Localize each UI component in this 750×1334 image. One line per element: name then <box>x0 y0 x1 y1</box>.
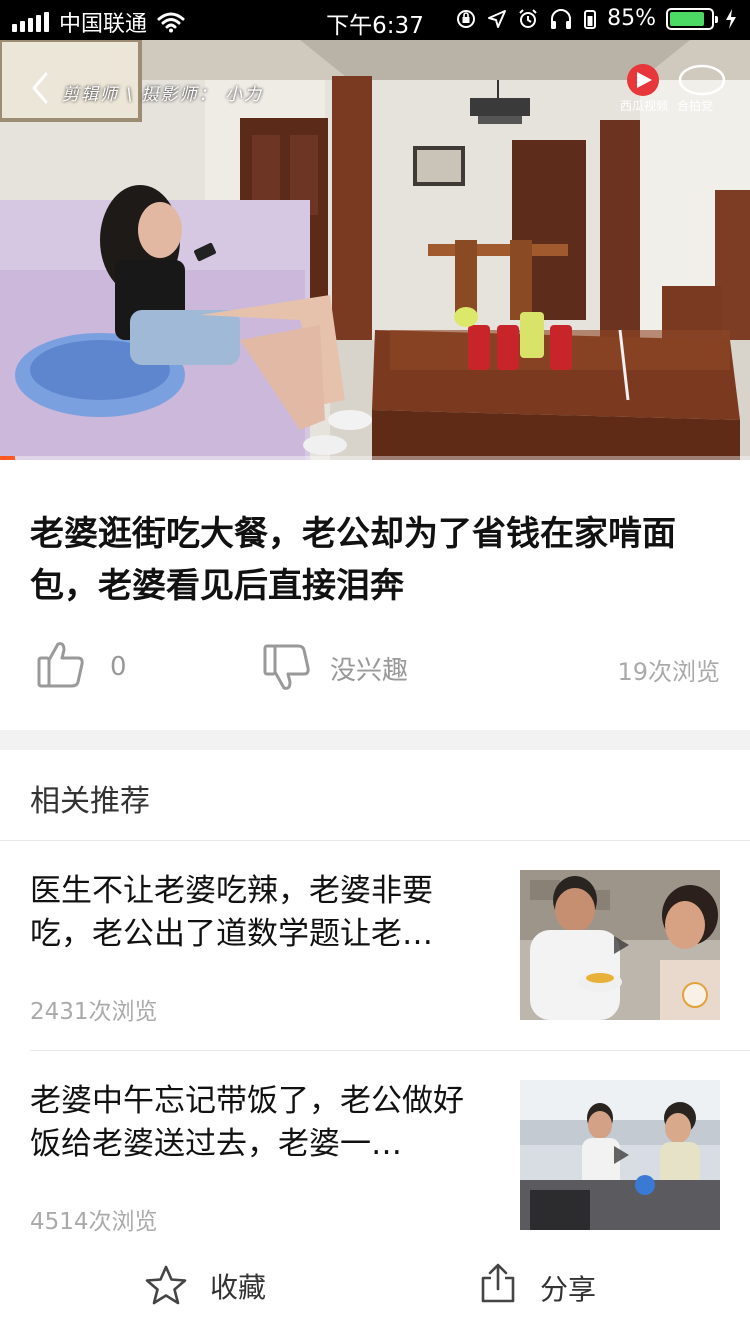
headphones-icon <box>551 8 572 29</box>
video-progress-fill <box>0 456 15 460</box>
battery-percent: 85% <box>607 6 656 31</box>
view-count: 19次浏览 <box>617 658 720 686</box>
share-icon[interactable] <box>478 1262 518 1304</box>
back-icon[interactable] <box>22 68 62 108</box>
star-icon[interactable] <box>145 1264 187 1306</box>
divider-line <box>30 1050 750 1051</box>
related-item[interactable]: 医生不让老婆吃辣，老婆非要吃，老公出了道数学题让老… 2431次浏览 <box>0 870 750 1060</box>
status-right: 85% <box>455 6 738 31</box>
battery-level <box>670 11 704 26</box>
related-item-views: 2431次浏览 <box>30 999 158 1025</box>
like-count: 0 <box>110 652 127 682</box>
play-icon <box>614 936 629 954</box>
thumbs-down-icon[interactable] <box>262 642 312 692</box>
article-title: 老婆逛街吃大餐，老公却为了省钱在家啃面包，老婆看见后直接泪奔 <box>30 514 676 606</box>
video-progress-bar[interactable] <box>0 456 750 460</box>
section-divider <box>0 730 750 750</box>
charging-icon <box>726 8 736 29</box>
svg-text:西瓜视频: 西瓜视频 <box>620 98 668 113</box>
related-item-thumbnail <box>520 870 720 1020</box>
related-item-title: 医生不让老婆吃辣，老婆非要吃，老公出了道数学题让老… <box>30 873 433 952</box>
video-overlay-credit: 剪辑师 \ 摄影师： 小力 <box>62 85 263 105</box>
battery-saver-icon <box>584 9 597 29</box>
battery-icon <box>666 7 718 30</box>
bottom-toolbar: 收藏 分享 <box>0 1250 750 1334</box>
related-item[interactable]: 老婆中午忘记带饭了，老公做好饭给老婆送过去，老婆一… 4514次浏览 <box>0 1080 750 1270</box>
dislike-button[interactable]: 没兴趣 <box>330 650 408 687</box>
svg-text:合拍党: 合拍党 <box>677 98 713 113</box>
rotation-lock-icon <box>457 9 476 28</box>
share-button[interactable]: 分享 <box>540 1268 596 1308</box>
related-item-views: 4514次浏览 <box>30 1209 158 1235</box>
play-icon <box>614 1146 629 1164</box>
thumbs-up-icon[interactable] <box>36 640 86 690</box>
favorite-button[interactable]: 收藏 <box>210 1266 266 1306</box>
related-item-thumbnail <box>520 1080 720 1230</box>
related-item-title: 老婆中午忘记带饭了，老公做好饭给老婆送过去，老婆一… <box>30 1083 464 1162</box>
article-actions: 0 没兴趣 19次浏览 <box>0 640 750 700</box>
status-bar: 中国联通 下午6:37 85% <box>0 0 750 40</box>
location-icon <box>488 9 507 28</box>
related-heading: 相关推荐 <box>30 784 150 819</box>
video-player[interactable]: 西瓜视频 合拍党 剪辑师 \ 摄影师： 小力 <box>0 40 750 460</box>
alarm-icon <box>519 8 537 28</box>
divider-line <box>0 840 750 841</box>
